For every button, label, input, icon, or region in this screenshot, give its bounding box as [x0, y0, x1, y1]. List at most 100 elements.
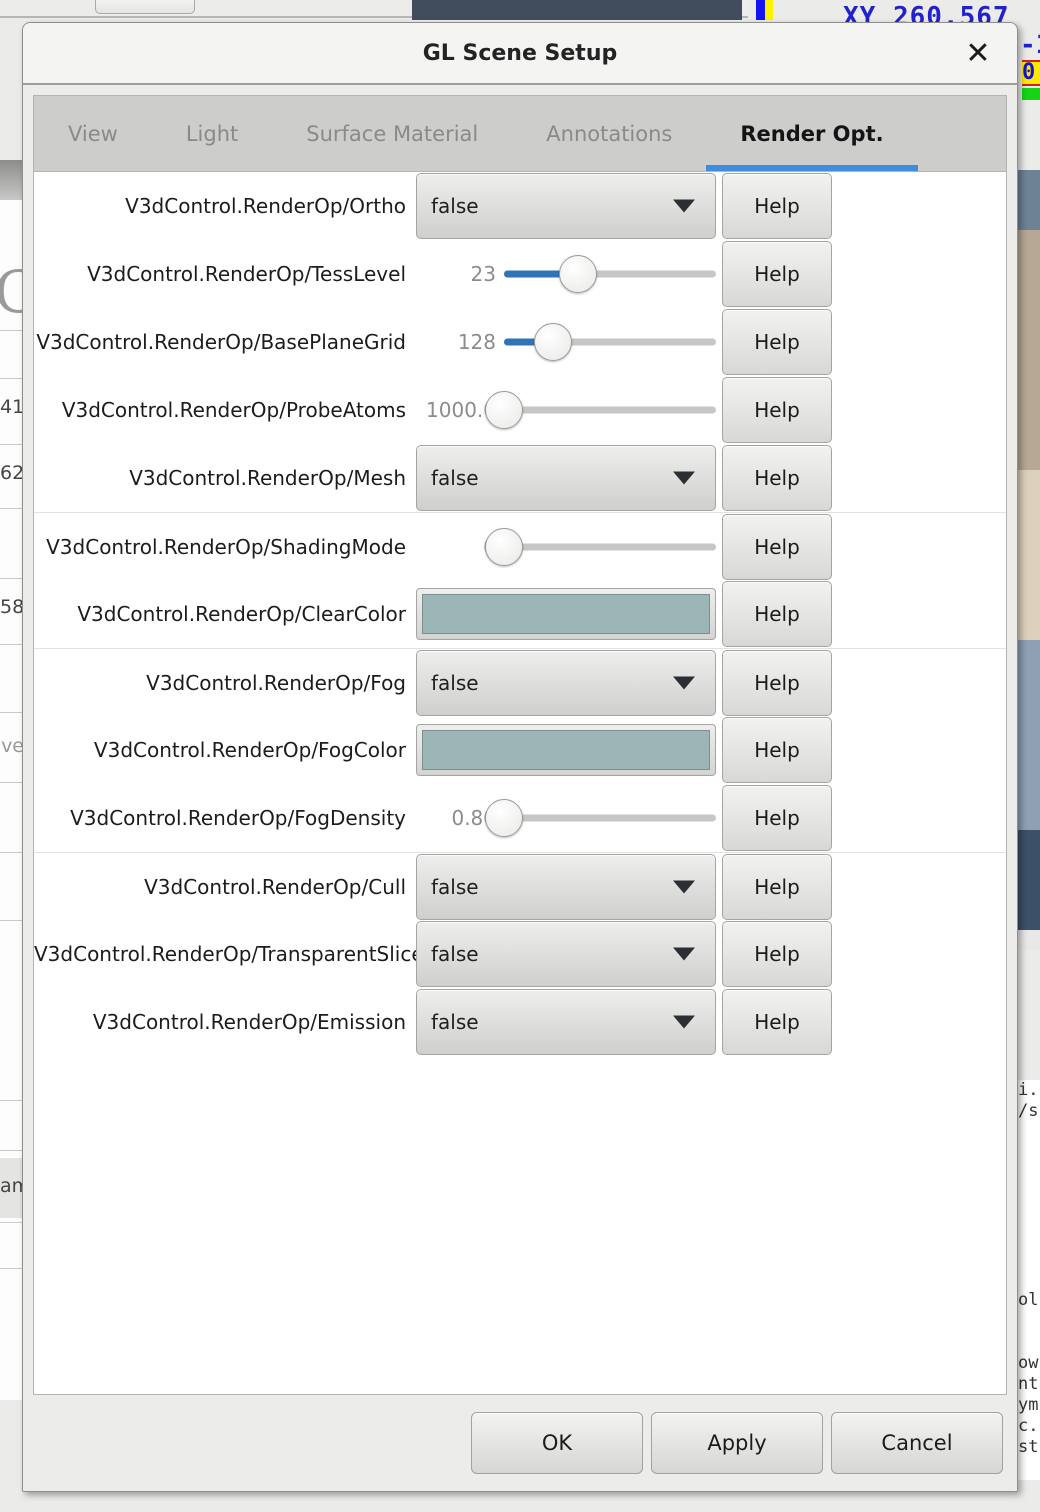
ok-button[interactable]: OK [471, 1412, 643, 1474]
chevron-down-icon [673, 471, 695, 485]
dialog-body: View Light Surface Material Annotations Rend… [23, 85, 1017, 1395]
dialog-footer: OK Apply Cancel [23, 1395, 1017, 1491]
help-button[interactable]: Help [722, 173, 832, 239]
tab-label: Surface Material [306, 121, 479, 146]
help-button[interactable]: Help [722, 649, 832, 716]
option-dropdown[interactable]: false [416, 173, 716, 239]
option-dropdown[interactable]: false [416, 853, 716, 920]
dropdown-value: false [431, 874, 479, 899]
slider-track-area[interactable] [504, 255, 716, 293]
option-label: V3dControl.RenderOp/FogColor [93, 738, 406, 762]
console-line: ym [1018, 1395, 1039, 1415]
help-button[interactable]: Help [722, 241, 832, 307]
slider-handle[interactable] [559, 255, 598, 293]
tab-label: Render Opt. [740, 121, 884, 146]
host-toolbar-button[interactable] [95, 0, 195, 14]
tab-render-opt[interactable]: Render Opt. [706, 96, 918, 173]
option-row: V3dControl.RenderOp/Cull false Help [34, 852, 1006, 920]
option-dropdown[interactable]: false [416, 989, 716, 1055]
slider-handle[interactable] [533, 323, 572, 361]
host-left-value-0: 41 [0, 396, 24, 418]
slider-value: 128 [457, 330, 496, 354]
help-button[interactable]: Help [722, 853, 832, 920]
slider-track [504, 543, 716, 550]
option-label: V3dControl.RenderOp/ClearColor [77, 602, 406, 626]
host-highlighted-value: 0: [1022, 60, 1040, 86]
tab-label: Annotations [546, 121, 673, 146]
slider-track-area[interactable] [485, 527, 716, 566]
console-line: nt [1018, 1374, 1039, 1394]
host-yellow-color-chip [765, 0, 773, 20]
help-button[interactable]: Help [722, 445, 832, 511]
close-icon[interactable]: ✕ [961, 37, 995, 71]
host-blue-color-chip [756, 0, 765, 20]
host-left-value-1: 62 [0, 462, 24, 484]
slider-value: 23 [470, 262, 496, 286]
tab-light[interactable]: Light [152, 96, 272, 172]
option-label: V3dControl.RenderOp/TessLevel [87, 262, 406, 286]
slider-handle[interactable] [485, 527, 523, 566]
option-row: V3dControl.RenderOp/ClearColor Help [34, 580, 1006, 648]
slider-track-area[interactable] [485, 799, 716, 837]
color-swatch-button[interactable] [416, 724, 716, 776]
option-row: V3dControl.RenderOp/FogDensity 0.80 Help [34, 784, 1006, 852]
slider-control: 1000.0 [416, 391, 716, 429]
tab-annotations[interactable]: Annotations [512, 96, 706, 172]
help-button[interactable]: Help [722, 989, 832, 1055]
help-button[interactable]: Help [722, 785, 832, 851]
slider-handle[interactable] [485, 391, 523, 429]
option-row: V3dControl.RenderOp/ProbeAtoms 1000.0 Help [34, 376, 1006, 444]
cancel-button[interactable]: Cancel [831, 1412, 1003, 1474]
console-line: c. [1018, 1416, 1039, 1436]
option-dropdown[interactable]: false [416, 649, 716, 716]
option-label: V3dControl.RenderOp/Mesh [129, 466, 406, 490]
option-dropdown[interactable]: false [416, 445, 716, 511]
help-button[interactable]: Help [722, 377, 832, 443]
tab-surface-material[interactable]: Surface Material [272, 96, 512, 172]
slider-control: 128 [416, 323, 716, 361]
help-button[interactable]: Help [722, 581, 832, 647]
console-line: /s [1018, 1101, 1039, 1121]
option-row: V3dControl.RenderOp/Emission false Help [34, 988, 1006, 1056]
dropdown-value: false [431, 1010, 479, 1034]
option-label: V3dControl.RenderOp/Cull [144, 874, 406, 899]
slider-track [504, 406, 716, 414]
option-row: V3dControl.RenderOp/ShadingMode 0Help [34, 512, 1006, 580]
slider-control: 23 [416, 255, 716, 293]
host-left-value-3: ve [1, 735, 24, 757]
chevron-down-icon [673, 1015, 695, 1029]
tab-view[interactable]: View [34, 96, 152, 172]
host-left-list-header [0, 160, 24, 200]
option-row: V3dControl.RenderOp/BasePlaneGrid 128 Help [34, 308, 1006, 376]
dropdown-value: false [431, 466, 479, 490]
color-swatch [422, 730, 710, 770]
slider-track-area[interactable] [504, 323, 716, 361]
apply-button[interactable]: Apply [651, 1412, 823, 1474]
host-left-value-4: am [0, 1175, 24, 1197]
host-green-color-chip [1022, 88, 1040, 100]
option-dropdown[interactable]: false [416, 921, 716, 987]
slider-control: 0.80 [416, 799, 716, 837]
slider-handle[interactable] [485, 799, 523, 837]
option-row: V3dControl.RenderOp/TessLevel 23 Help [34, 240, 1006, 308]
color-swatch-button[interactable] [416, 588, 716, 640]
console-line: i. [1018, 1080, 1039, 1100]
help-button[interactable]: Help [722, 309, 832, 375]
chevron-down-icon [673, 199, 695, 213]
option-label: V3dControl.RenderOp/BasePlaneGrid [36, 330, 406, 354]
option-row: V3dControl.RenderOp/FogColor Help [34, 716, 1006, 784]
chevron-down-icon [673, 947, 695, 961]
help-button[interactable]: Help [722, 921, 832, 987]
option-row: V3dControl.RenderOp/Mesh false Help [34, 444, 1006, 512]
help-button[interactable]: Help [722, 513, 832, 580]
console-line: ol [1018, 1290, 1039, 1310]
console-line: ow [1018, 1353, 1039, 1373]
tab-label: Light [185, 121, 239, 146]
option-row: V3dControl.RenderOp/Fog false Help [34, 648, 1006, 716]
option-row: V3dControl.RenderOp/TransparentSlices fal… [34, 920, 1006, 988]
slider-track-area[interactable] [485, 391, 716, 429]
dialog-titlebar: GL Scene Setup ✕ [23, 23, 1017, 85]
option-label: V3dControl.RenderOp/Ortho [125, 194, 406, 218]
help-button[interactable]: Help [722, 717, 832, 783]
dropdown-value: false [431, 194, 479, 218]
